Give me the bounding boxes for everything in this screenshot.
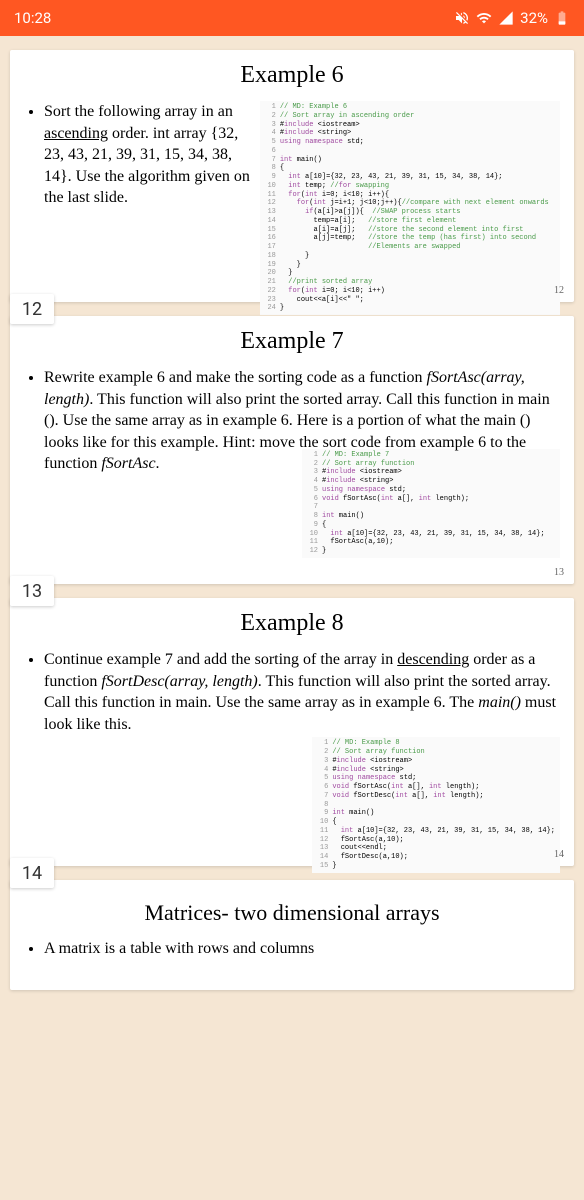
mute-icon <box>454 10 470 26</box>
slide-title: Example 8 <box>24 610 560 637</box>
slide-text: Sort the following array in an ascending… <box>24 101 252 209</box>
slide-text: A matrix is a table with rows and column… <box>24 938 560 960</box>
slide-example-7[interactable]: Example 7 Rewrite example 6 and make the… <box>10 316 574 584</box>
slide-example-8[interactable]: Example 8 Continue example 7 and add the… <box>10 598 574 866</box>
status-bar: 10:28 32% <box>0 0 584 36</box>
slide-text: Continue example 7 and add the sorting o… <box>24 649 560 873</box>
status-icons: 32% <box>454 9 570 27</box>
slide-page-number: 14 <box>554 849 564 860</box>
wifi-icon <box>476 10 492 26</box>
code-snippet-7: 1// MD: Example 7 2// Sort array functio… <box>302 449 560 558</box>
page-indicator-13: 13 <box>10 576 54 606</box>
slide-example-6[interactable]: Example 6 Sort the following array in an… <box>10 50 574 302</box>
code-snippet-6: 1// MD: Example 6 2// Sort array in asce… <box>260 101 560 315</box>
signal-icon <box>498 10 514 26</box>
status-time: 10:28 <box>14 9 51 27</box>
page-indicator-12: 12 <box>10 294 54 324</box>
slide-title: Example 7 <box>24 328 560 355</box>
slide-text: Rewrite example 6 and make the sorting c… <box>24 367 560 558</box>
battery-percent: 32% <box>520 9 548 27</box>
page-indicator-14: 14 <box>10 858 54 888</box>
document-scroll[interactable]: Example 6 Sort the following array in an… <box>0 36 584 1004</box>
slide-page-number: 12 <box>554 285 564 296</box>
slide-title: Matrices- two dimensional arrays <box>24 900 560 926</box>
battery-icon <box>554 10 570 26</box>
code-snippet-8: 1// MD: Example 8 2// Sort array functio… <box>312 737 560 872</box>
slide-page-number: 13 <box>554 567 564 578</box>
slide-title: Example 6 <box>24 62 560 89</box>
slide-matrices[interactable]: Matrices- two dimensional arrays A matri… <box>10 880 574 990</box>
